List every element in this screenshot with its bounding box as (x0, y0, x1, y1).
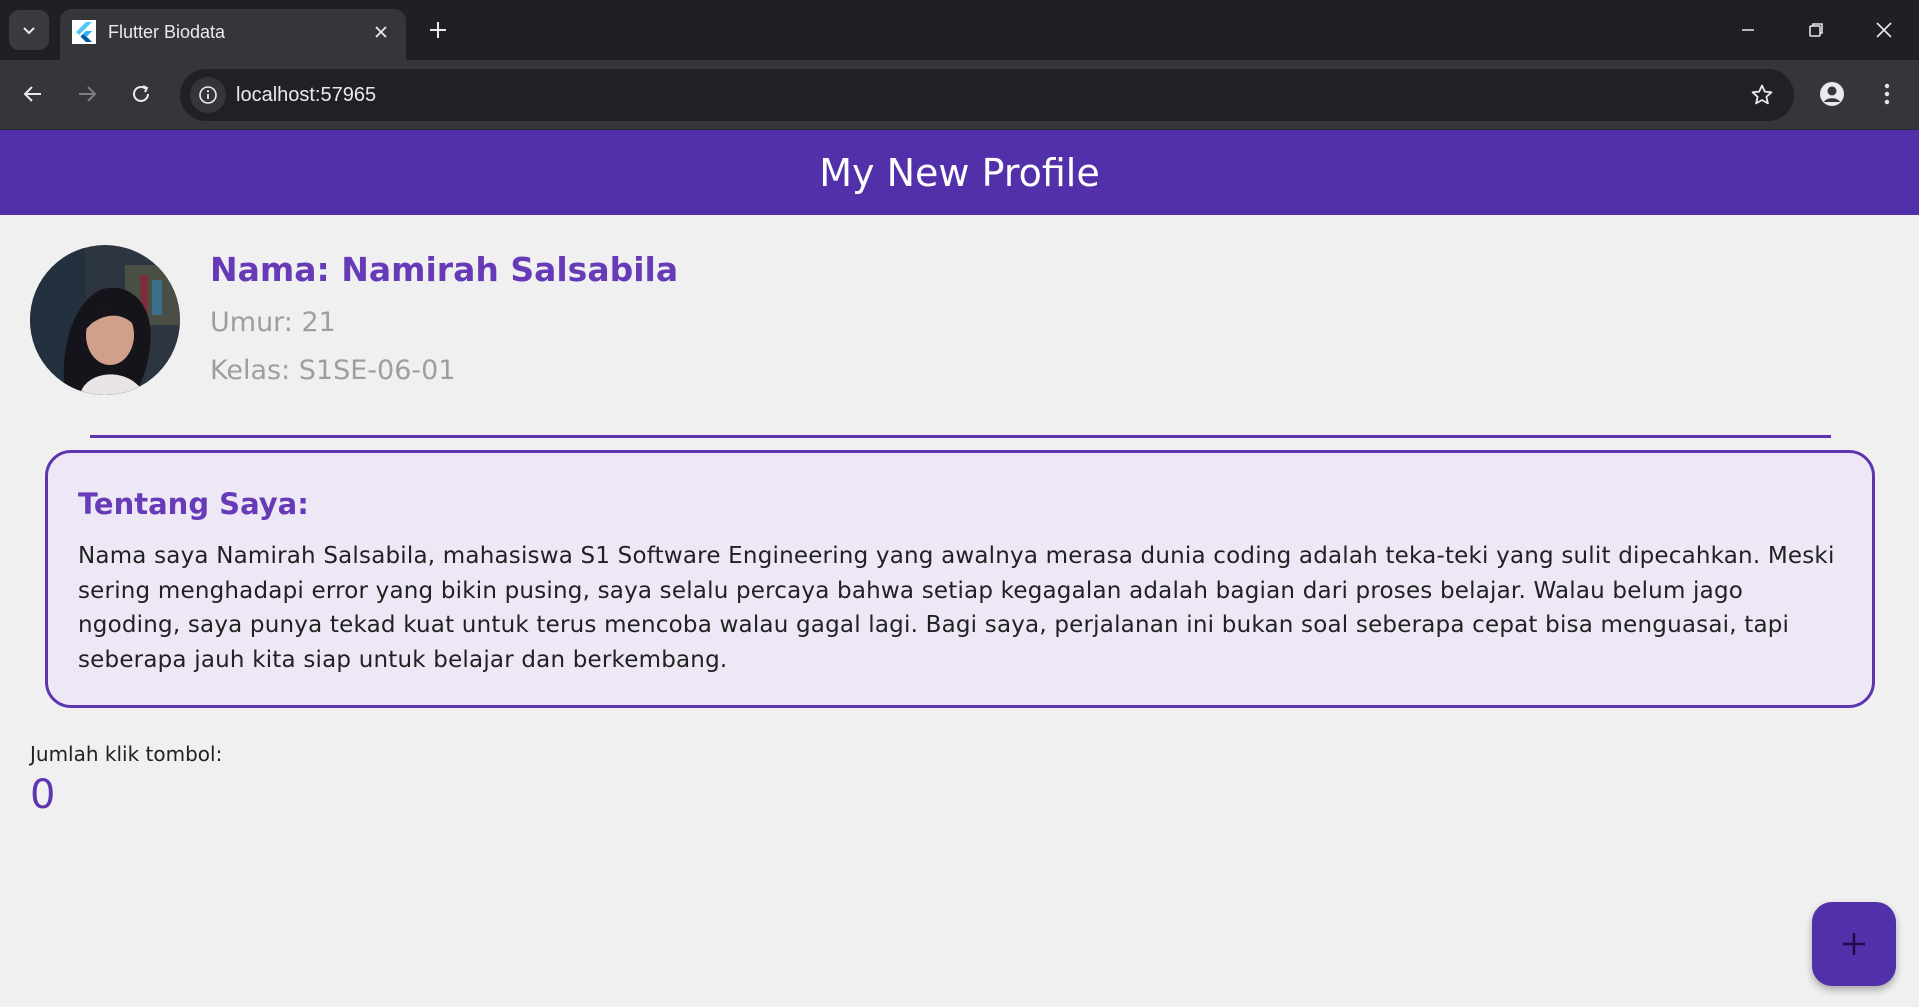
increment-fab-button[interactable] (1812, 902, 1896, 986)
browser-menu-button[interactable] (1866, 73, 1908, 115)
app-bar: My New Profile (0, 130, 1919, 215)
address-bar[interactable]: localhost:57965 (180, 69, 1794, 121)
divider (90, 435, 1831, 438)
close-icon (375, 26, 387, 38)
more-vert-icon (1884, 83, 1890, 105)
profile-class: Kelas: S1SE-06-01 (210, 355, 456, 386)
close-icon (1876, 22, 1892, 38)
plus-icon (1843, 933, 1865, 955)
restore-icon (1809, 23, 1823, 37)
account-icon (1820, 82, 1844, 106)
arrow-left-icon (23, 86, 41, 102)
about-body: Nama saya Namirah Salsabila, mahasiswa S… (78, 543, 1835, 673)
bookmark-button[interactable] (1744, 77, 1780, 113)
back-button[interactable] (12, 73, 54, 115)
site-info-button[interactable] (190, 77, 226, 113)
profile-name: Nama: Namirah Salsabila (210, 250, 679, 289)
close-window-button[interactable] (1850, 0, 1918, 60)
profile-age: Umur: 21 (210, 307, 336, 338)
browser-toolbar: localhost:57965 (0, 60, 1919, 130)
counter-value: 0 (30, 772, 56, 818)
reload-icon (133, 85, 149, 102)
about-card: Tentang Saya: Nama saya Namirah Salsabil… (45, 450, 1875, 708)
plus-icon (430, 22, 446, 38)
browser-tab-strip: Flutter Biodata (0, 0, 1919, 60)
minimize-button[interactable] (1714, 0, 1782, 60)
tab-search-button[interactable] (9, 10, 49, 50)
about-title: Tentang Saya: (78, 487, 309, 521)
tab-title: Flutter Biodata (108, 22, 226, 42)
forward-button[interactable] (66, 73, 108, 115)
profile-button[interactable] (1811, 73, 1853, 115)
info-icon (199, 86, 217, 104)
app-bar-title: My New Profile (819, 150, 1100, 195)
new-tab-button[interactable] (420, 12, 456, 48)
arrow-right-icon (79, 86, 97, 102)
avatar (30, 245, 180, 395)
tab-close-button[interactable] (368, 19, 394, 45)
restore-button[interactable] (1782, 0, 1850, 60)
flutter-logo-icon (72, 20, 96, 44)
chevron-down-icon (23, 27, 35, 35)
star-icon (1751, 84, 1773, 105)
counter-label: Jumlah klik tombol: (30, 742, 223, 766)
minimize-icon (1742, 29, 1754, 31)
profile-photo (30, 245, 180, 395)
url-text[interactable]: localhost:57965 (236, 84, 376, 107)
reload-button[interactable] (120, 73, 162, 115)
browser-tab-active[interactable]: Flutter Biodata (60, 9, 406, 60)
